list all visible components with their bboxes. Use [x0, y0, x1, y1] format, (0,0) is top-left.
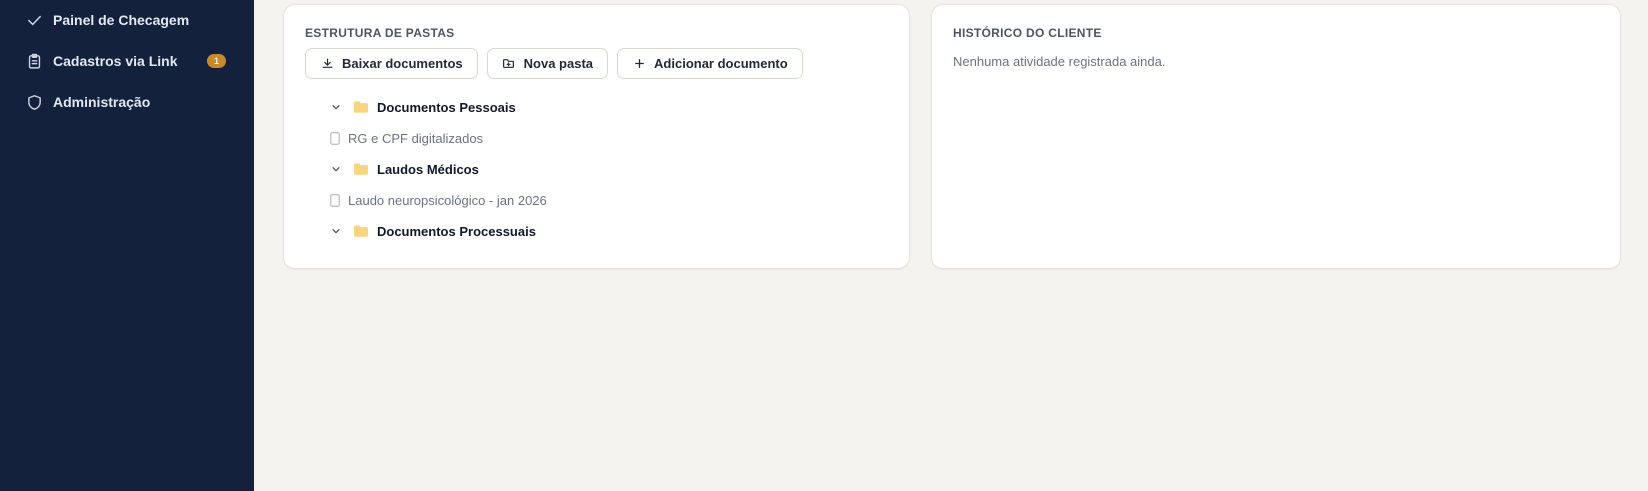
- sidebar-item-administracao[interactable]: Administração: [25, 90, 230, 114]
- chevron-down-icon[interactable]: [330, 225, 342, 237]
- count-badge: 1: [206, 54, 226, 68]
- folder-structure-card: ESTRUTURA DE PASTAS Baixar documentos No…: [283, 4, 910, 269]
- file-label: Laudo neuropsicológico - jan 2026: [348, 192, 547, 208]
- folder-icon: [354, 101, 368, 113]
- download-documents-button[interactable]: Baixar documentos: [305, 48, 478, 79]
- check-icon: [25, 11, 43, 29]
- sidebar-item-label: Cadastros via Link: [53, 53, 178, 69]
- folder-plus-icon: [502, 57, 516, 71]
- folder-toolbar: Baixar documentos Nova pasta Adicionar d…: [305, 48, 803, 79]
- folder-icon: [354, 225, 368, 237]
- button-label: Adicionar documento: [654, 56, 788, 71]
- chevron-down-icon[interactable]: [330, 101, 342, 113]
- shield-icon: [25, 93, 43, 111]
- tree-folder-row[interactable]: Documentos Pessoais: [330, 97, 516, 117]
- sidebar-item-label: Painel de Checagem: [53, 12, 190, 28]
- folder-icon: [354, 163, 368, 175]
- sidebar: Painel de Checagem Cadastros via Link 1 …: [0, 0, 254, 491]
- tree-file-row[interactable]: RG e CPF digitalizados: [330, 128, 483, 148]
- file-icon: [330, 193, 340, 207]
- tree-folder-row[interactable]: Documentos Processuais: [330, 221, 536, 241]
- sidebar-item-label: Administração: [53, 94, 151, 110]
- client-history-card: HISTÓRICO DO CLIENTE Nenhuma atividade r…: [931, 4, 1621, 269]
- chevron-down-icon[interactable]: [330, 163, 342, 175]
- download-icon: [320, 57, 334, 71]
- sidebar-item-painel-checagem[interactable]: Painel de Checagem: [25, 8, 230, 32]
- button-label: Baixar documentos: [342, 56, 463, 71]
- file-label: RG e CPF digitalizados: [348, 130, 484, 146]
- folder-label: Documentos Pessoais: [377, 99, 516, 115]
- tree-file-row[interactable]: Laudo neuropsicológico - jan 2026: [330, 190, 547, 210]
- sidebar-item-cadastros-via-link[interactable]: Cadastros via Link 1: [25, 49, 230, 73]
- folder-label: Laudos Médicos: [377, 161, 479, 177]
- card-title: HISTÓRICO DO CLIENTE: [953, 26, 1102, 40]
- file-icon: [330, 131, 340, 145]
- empty-state-text: Nenhuma atividade registrada ainda.: [953, 54, 1166, 69]
- add-document-button[interactable]: Adicionar documento: [617, 48, 803, 79]
- button-label: Nova pasta: [523, 56, 594, 71]
- plus-icon: [632, 57, 646, 71]
- new-folder-button[interactable]: Nova pasta: [486, 48, 609, 79]
- card-title: ESTRUTURA DE PASTAS: [305, 26, 455, 40]
- tree-folder-row[interactable]: Laudos Médicos: [330, 159, 479, 179]
- folder-label: Documentos Processuais: [377, 223, 536, 239]
- clipboard-icon: [25, 52, 43, 70]
